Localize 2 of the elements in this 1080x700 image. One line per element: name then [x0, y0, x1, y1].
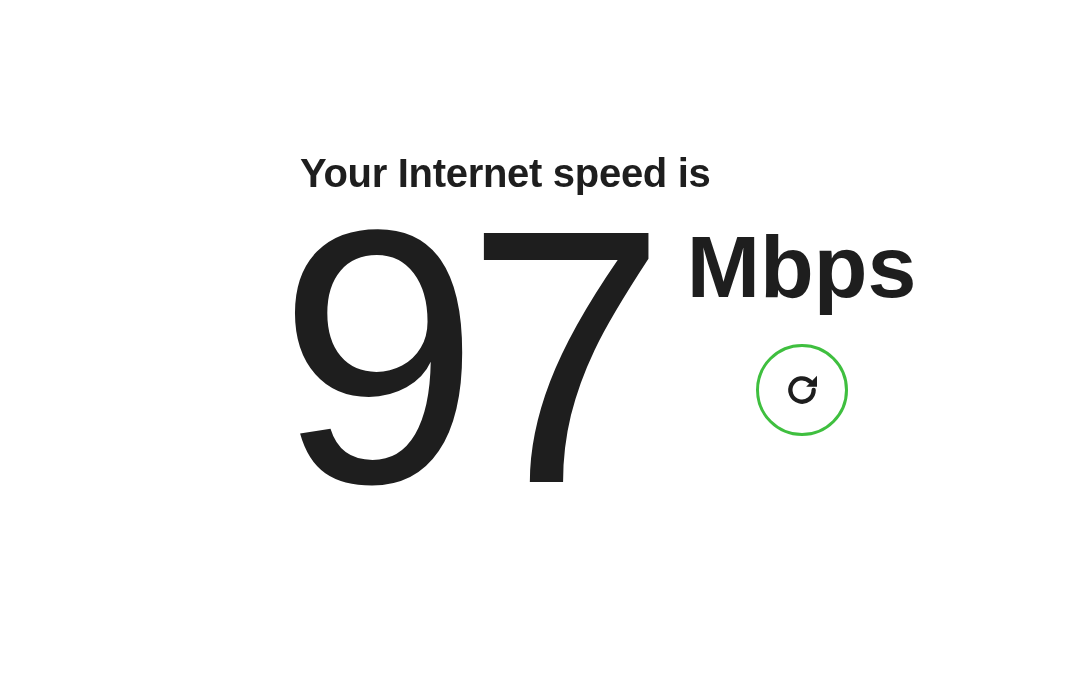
speed-unit: Mbps: [686, 216, 917, 318]
speed-heading: Your Internet speed is: [300, 150, 711, 197]
